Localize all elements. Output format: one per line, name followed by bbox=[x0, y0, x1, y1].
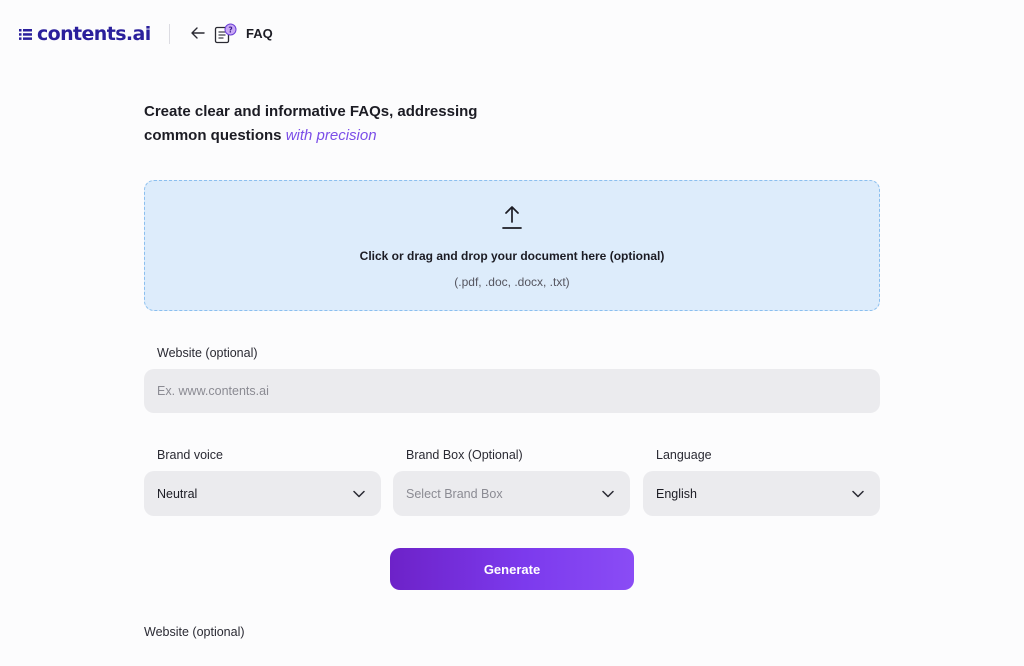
back-arrow-icon bbox=[191, 27, 205, 39]
faq-document-icon: ? bbox=[214, 23, 237, 44]
brand-voice-label: Brand voice bbox=[157, 448, 224, 462]
logo[interactable]: contents.ai bbox=[19, 22, 151, 46]
top-bar: contents.ai ? FAQ bbox=[0, 0, 1024, 66]
heading-accent: with precision bbox=[285, 127, 377, 144]
language-select[interactable]: English bbox=[643, 471, 880, 516]
chevron-down-icon bbox=[353, 490, 365, 497]
brand-box-placeholder: Select Brand Box bbox=[406, 486, 503, 501]
generate-button[interactable]: Generate bbox=[390, 548, 634, 590]
dropzone-title: Click or drag and drop your document her… bbox=[359, 249, 665, 263]
language-label: Language bbox=[656, 448, 712, 462]
brand-box-select[interactable]: Select Brand Box bbox=[393, 471, 630, 516]
page-heading: Create clear and informative FAQs, addre… bbox=[144, 100, 564, 148]
document-dropzone[interactable]: Click or drag and drop your document her… bbox=[144, 180, 880, 311]
brand-box-label: Brand Box (Optional) bbox=[406, 448, 523, 462]
chevron-down-icon bbox=[852, 490, 864, 497]
dropzone-formats: (.pdf, .doc, .docx, .txt) bbox=[454, 275, 570, 289]
upload-icon bbox=[502, 206, 522, 229]
language-value: English bbox=[656, 486, 697, 501]
website-section-label: Website (optional) bbox=[144, 625, 245, 639]
header-divider bbox=[169, 24, 170, 44]
brand-voice-select[interactable]: Neutral bbox=[144, 471, 381, 516]
website-label: Website (optional) bbox=[157, 346, 258, 360]
heading-line-2: common questions with precision bbox=[144, 124, 564, 148]
back-button[interactable] bbox=[188, 23, 208, 43]
chevron-down-icon bbox=[602, 490, 614, 497]
page-title: FAQ bbox=[246, 26, 273, 41]
website-input[interactable] bbox=[144, 369, 880, 413]
logo-text: contents.ai bbox=[37, 23, 151, 45]
heading-line-1: Create clear and informative FAQs, addre… bbox=[144, 103, 478, 120]
heading-line-2-text: common questions bbox=[144, 127, 286, 144]
list-logo-icon bbox=[19, 28, 32, 40]
svg-text:?: ? bbox=[228, 25, 232, 34]
brand-voice-value: Neutral bbox=[157, 486, 198, 501]
